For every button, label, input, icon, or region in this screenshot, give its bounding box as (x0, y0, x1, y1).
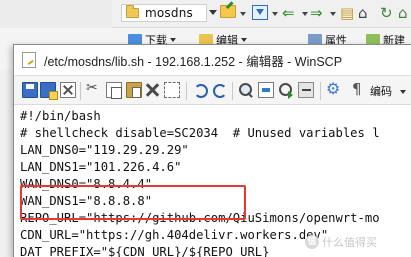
edit-dropdown-icon (241, 38, 247, 42)
select-all-icon[interactable] (164, 82, 180, 98)
open-folder-icon[interactable] (220, 5, 236, 18)
code-line: # shellcheck disable=SC2034 # Unused var… (20, 126, 380, 140)
editor-window: /etc/mosdns/lib.sh - 192.168.1.252 - 编辑器… (13, 44, 411, 257)
replace-icon[interactable] (258, 82, 274, 98)
remote-path-combobox[interactable]: mosdns (121, 4, 207, 22)
editor-app-icon (22, 52, 36, 68)
highlight-annotation-box (20, 185, 246, 220)
refresh-icon[interactable]: ↻ (380, 4, 393, 22)
open-folder-dropdown-icon[interactable] (240, 12, 246, 16)
parent-folder-icon[interactable]: ▤ (340, 4, 354, 22)
editor-title: /etc/mosdns/lib.sh - 192.168.1.252 - 编辑器… (44, 54, 343, 69)
path-dropdown-arrow-icon[interactable] (209, 10, 217, 15)
root-folder-icon[interactable]: ⌂ (358, 4, 368, 22)
home-icon[interactable]: ⌂ (398, 4, 408, 22)
watermark: 值 什么值得买 (305, 234, 377, 250)
forward-dropdown-icon[interactable] (330, 12, 336, 16)
toolbar-separator (232, 82, 233, 100)
folder-icon (126, 5, 139, 18)
save-as-icon[interactable] (40, 82, 58, 100)
filter-icon[interactable] (252, 5, 268, 20)
main-window-left-pane (0, 0, 112, 28)
code-line: #!/bin/bash (20, 109, 101, 123)
encoding-menu-label[interactable]: 编码 (370, 83, 392, 99)
redo-icon[interactable] (211, 82, 227, 98)
go-to-line-icon[interactable] (298, 82, 314, 98)
toolbar-separator (186, 82, 187, 100)
code-line: CDN_URL="https://gh.404delivr.workers.de… (20, 228, 329, 242)
delete-icon[interactable] (144, 82, 160, 98)
back-dropdown-icon[interactable] (302, 12, 308, 16)
undo-icon[interactable] (192, 82, 208, 98)
code-line: LAN_DNS1="101.226.4.6" (20, 160, 182, 174)
remote-path-value: mosdns (145, 6, 193, 20)
close-file-icon[interactable] (60, 82, 76, 98)
code-line: DAT_PREFIX="${CDN_URL}/${REPO_URL} (20, 245, 270, 257)
code-line: LAN_DNS0="119.29.29.29" (20, 143, 189, 157)
watermark-badge-icon: 值 (305, 235, 319, 249)
back-arrow-icon[interactable]: ⇐ (282, 4, 295, 22)
find-icon[interactable] (238, 82, 254, 98)
toolbar-separator (320, 82, 321, 100)
settings-icon[interactable] (326, 79, 342, 98)
find-next-icon[interactable] (278, 82, 294, 99)
copy-icon[interactable] (106, 82, 122, 99)
paste-icon[interactable] (126, 82, 142, 98)
watermark-text: 什么值得买 (322, 236, 377, 249)
cut-icon[interactable] (86, 80, 102, 98)
encoding-dropdown-icon[interactable] (400, 90, 406, 94)
save-icon[interactable] (22, 82, 38, 98)
editor-titlebar[interactable]: /etc/mosdns/lib.sh - 192.168.1.252 - 编辑器… (14, 45, 411, 75)
editor-toolbar (14, 75, 411, 105)
filter-dropdown-icon[interactable] (272, 12, 278, 16)
download-dropdown-icon (170, 38, 176, 42)
toolbar-separator (80, 82, 81, 100)
forward-arrow-icon[interactable]: ⇒ (310, 4, 323, 22)
encoding-icon[interactable] (350, 80, 366, 98)
